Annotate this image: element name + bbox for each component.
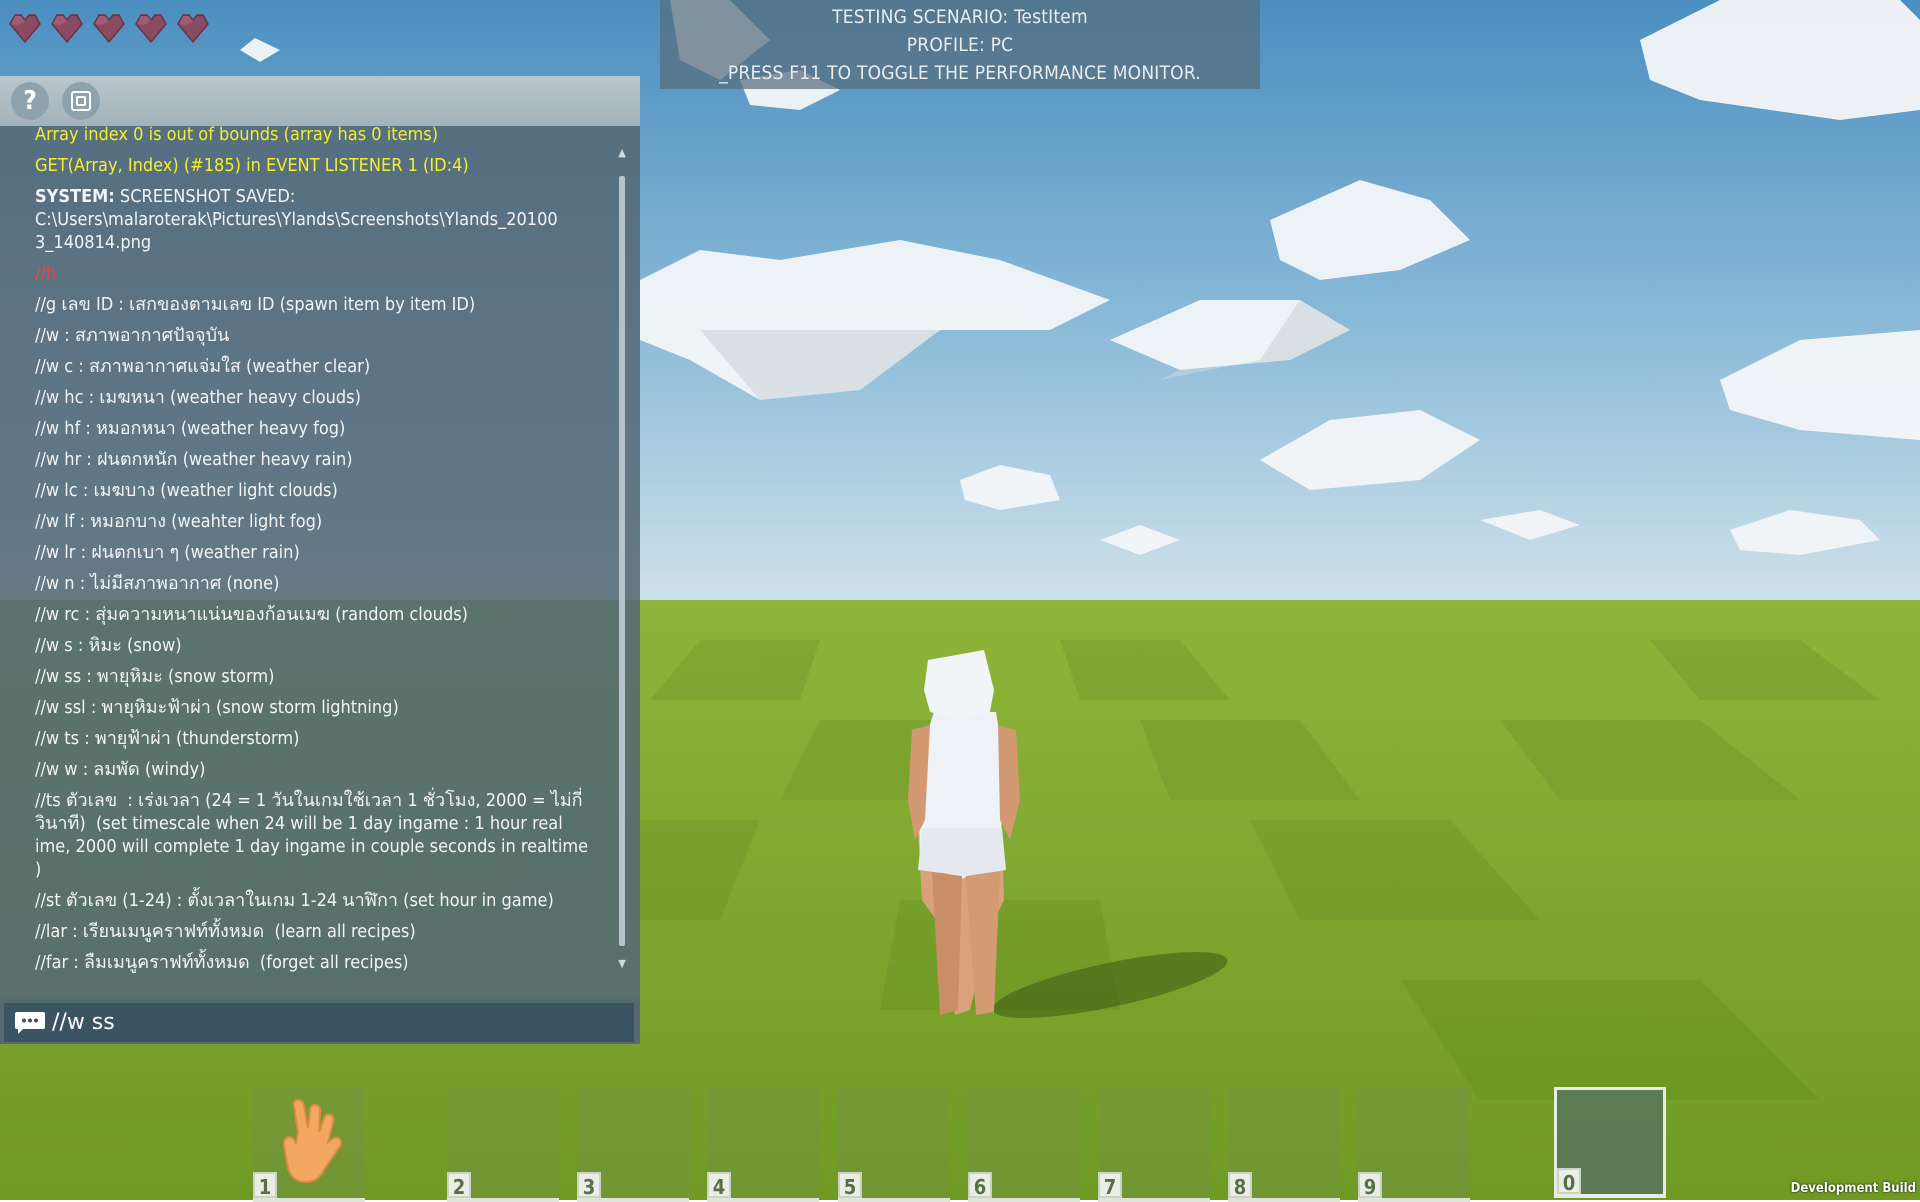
console-line: //g เลข ID : เสกของตามเลข ID (spawn item… [35, 294, 476, 315]
console-line: //w w : ลมพัด (windy) [35, 759, 206, 780]
console-line: //w : สภาพอากาศปัจจุบัน [35, 325, 230, 346]
console-command-input[interactable] [52, 1005, 612, 1039]
hotbar-slot-4[interactable]: 4 [707, 1087, 819, 1202]
console-line: //ts ตัวเลข : เร่งเวลา (24 = 1 วันในเกมใ… [35, 790, 594, 880]
scrollbar-thumb[interactable] [619, 176, 625, 946]
heart-icon [93, 14, 125, 44]
hotbar-slot-number: 3 [577, 1172, 601, 1199]
hotbar-slot-2[interactable]: 2 [447, 1087, 559, 1202]
scenario-text: TESTING SCENARIO: TestItem [832, 6, 1088, 28]
console-line: //h [35, 263, 57, 284]
screenshot-button[interactable] [62, 82, 100, 120]
hand-icon [282, 1098, 343, 1184]
heart-icon [135, 14, 167, 44]
console-line: //w lr : ฝนตกเบา ๆ (weather rain) [35, 542, 300, 563]
console-line: //w hr : ฝนตกหนัก (weather heavy rain) [35, 449, 353, 470]
console-line: //w c : สภาพอากาศแจ่มใส (weather clear) [35, 356, 371, 377]
heart-icon [51, 14, 83, 44]
hint-text: _PRESS F11 TO TOGGLE THE PERFORMANCE MON… [719, 62, 1201, 84]
hotbar-slot-number: 5 [838, 1172, 862, 1199]
hotbar-slot-number: 4 [707, 1172, 731, 1199]
console-scrollbar[interactable]: ▲ ▼ [615, 146, 629, 971]
hotbar-slot-5[interactable]: 5 [838, 1087, 950, 1202]
chat-bubble-icon [15, 1012, 45, 1034]
question-mark-icon: ? [23, 86, 37, 116]
console-line: //w ssl : พายุหิมะฟ้าผ่า (snow storm lig… [35, 697, 399, 718]
console-line: //w n : ไม่มีสภาพอากาศ (none) [35, 573, 280, 594]
hotbar-slot-number: 0 [1557, 1168, 1581, 1195]
help-button[interactable]: ? [11, 82, 49, 120]
hotbar-slot-number: 6 [968, 1172, 992, 1199]
hotbar-slot-7[interactable]: 7 [1098, 1087, 1210, 1202]
scroll-down-arrow-icon[interactable]: ▼ [615, 957, 629, 971]
console-line: SYSTEM: SCREENSHOT SAVED: C:\Users\malar… [35, 185, 595, 254]
console-line: //w hf : หมอกหนา (weather heavy fog) [35, 418, 346, 439]
hotbar-slot-number: 1 [253, 1172, 277, 1199]
console-line: //w hc : เมฆหนา (weather heavy clouds) [35, 387, 361, 408]
heart-icon [9, 14, 41, 44]
development-build-label: Development Build [1790, 1181, 1916, 1196]
console-line: //far : ลืมเมนูคราฟท์ทั้งหมด (forget all… [35, 952, 409, 973]
system-label: SYSTEM: [35, 186, 115, 207]
hotbar-slot-number: 7 [1098, 1172, 1122, 1199]
scroll-up-arrow-icon[interactable]: ▲ [615, 146, 629, 160]
console-line: //w lc : เมฆบาง (weather light clouds) [35, 480, 338, 501]
console-line: //w ss : พายุหิมะ (snow storm) [35, 666, 275, 687]
console-line: //st ตัวเลข (1-24) : ตั้งเวลาในเกม 1-24 … [35, 890, 554, 911]
hotbar-slot-8[interactable]: 8 [1228, 1087, 1340, 1202]
console-line: //w rc : สุ่มความหนาแน่นของก้อนเมฆ (rand… [35, 604, 468, 625]
console-log[interactable]: Array index 0 is out of bounds (array ha… [0, 126, 612, 1058]
console-window: ? Array index 0 is out of bounds (array … [0, 76, 640, 1044]
hotbar-slot-3[interactable]: 3 [577, 1087, 689, 1202]
console-line: //w s : หิมะ (snow) [35, 635, 182, 656]
console-input-box [4, 1003, 634, 1042]
console-line: //lar : เรียนเมนูคราฟท์ทั้งหมด (learn al… [35, 921, 416, 942]
hotbar-slot-number: 9 [1358, 1172, 1382, 1199]
hotbar-slot-6[interactable]: 6 [968, 1087, 1080, 1202]
info-panel: TESTING SCENARIO: TestItem PROFILE: PC _… [660, 0, 1260, 89]
heart-icon [177, 14, 209, 44]
hotbar-slot-number: 2 [447, 1172, 471, 1199]
console-toolbar: ? [0, 76, 640, 126]
hotbar-slot-number: 8 [1228, 1172, 1252, 1199]
console-line: //w ts : พายุฟ้าผ่า (thunderstorm) [35, 728, 300, 749]
console-line: Array index 0 is out of bounds (array ha… [35, 126, 439, 145]
console-input-row [0, 999, 640, 1044]
screenshot-icon [71, 91, 91, 111]
health-hearts [8, 12, 210, 44]
hotbar-slot-0[interactable]: 0 [1554, 1087, 1666, 1198]
hotbar-slot-9[interactable]: 9 [1358, 1087, 1470, 1202]
console-line: //w lf : หมอกบาง (weahter light fog) [35, 511, 323, 532]
profile-text: PROFILE: PC [906, 34, 1014, 56]
console-line: GET(Array, Index) (#185) in EVENT LISTEN… [35, 155, 469, 176]
